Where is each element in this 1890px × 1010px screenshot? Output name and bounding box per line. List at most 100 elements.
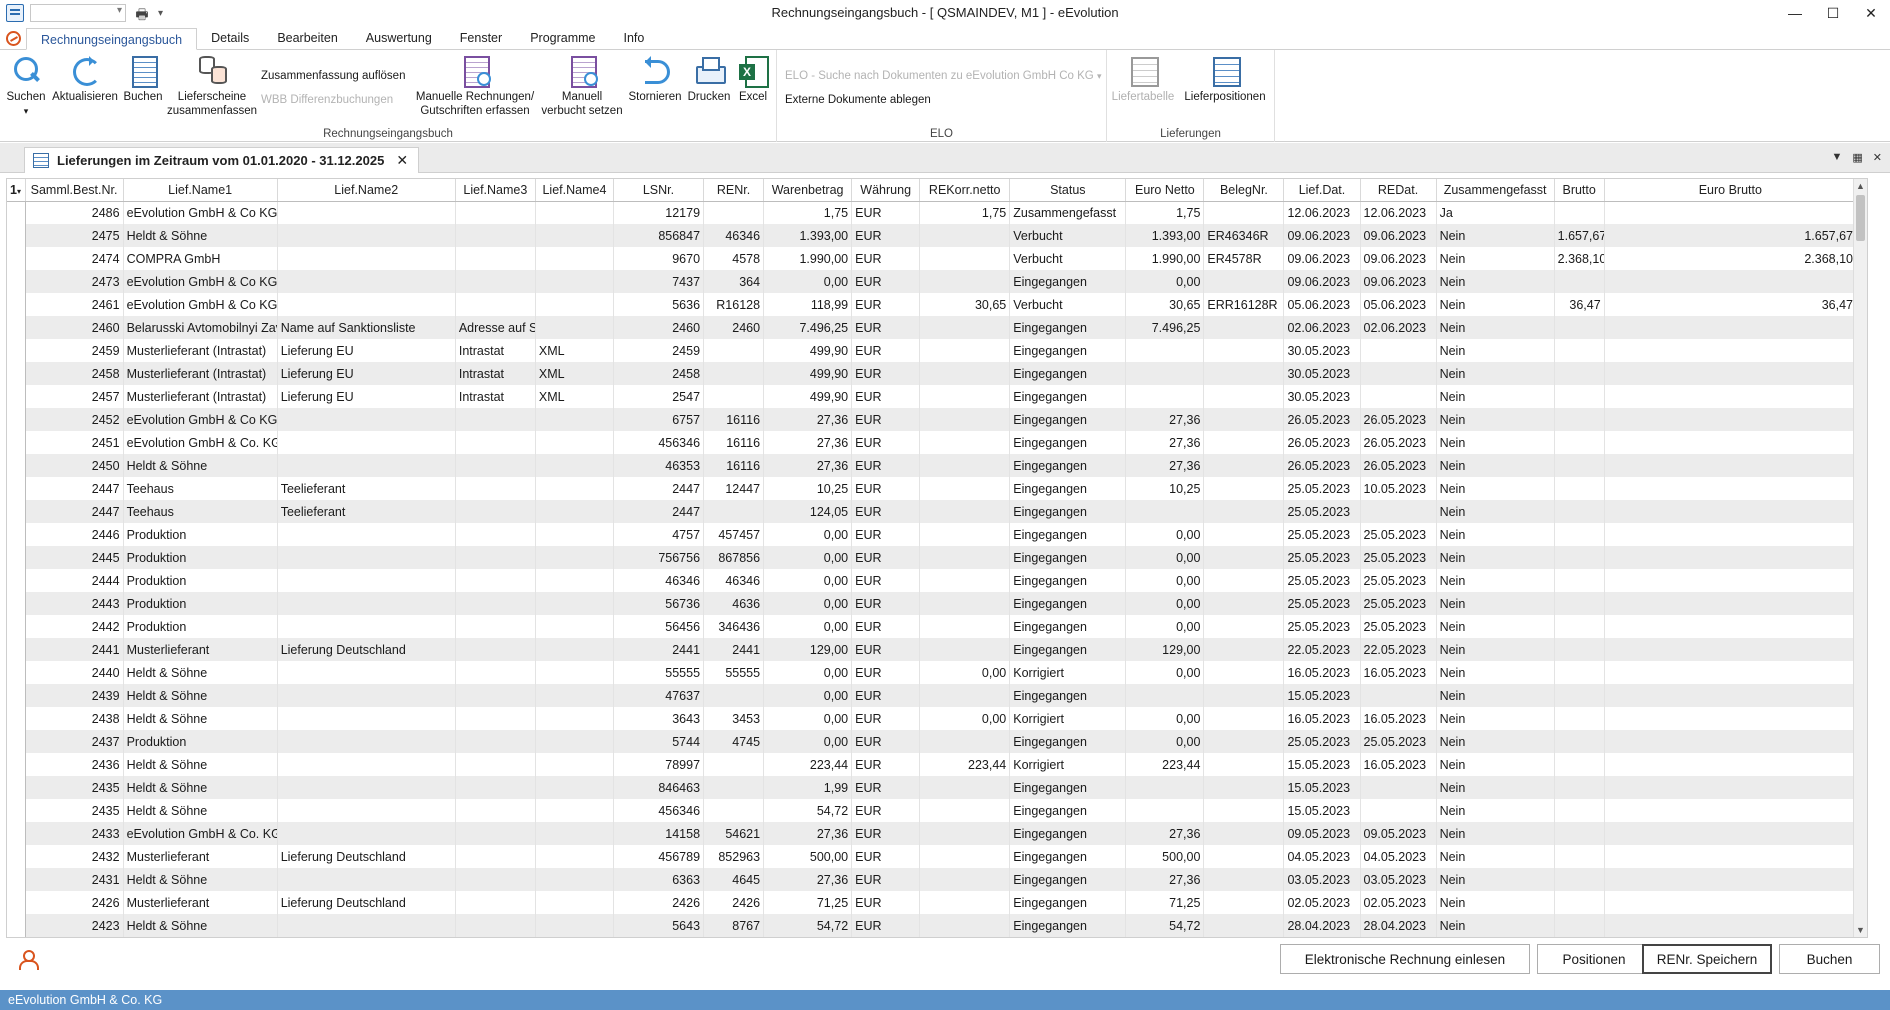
- table-cell[interactable]: 46346: [613, 569, 705, 592]
- table-cell[interactable]: [1203, 362, 1285, 385]
- table-cell[interactable]: [703, 500, 765, 523]
- table-cell[interactable]: [1554, 684, 1605, 707]
- row-selector-cell[interactable]: [7, 523, 26, 546]
- liefertabelle-button[interactable]: Liefertabelle: [1111, 54, 1175, 104]
- table-cell[interactable]: [1554, 546, 1605, 569]
- table-cell[interactable]: Verbucht: [1009, 224, 1127, 247]
- table-cell[interactable]: 1.657,67: [1604, 224, 1858, 247]
- table-cell[interactable]: [1360, 799, 1437, 822]
- table-cell[interactable]: [455, 523, 536, 546]
- table-cell[interactable]: [1203, 661, 1285, 684]
- table-cell[interactable]: 7.496,25: [763, 316, 853, 339]
- column-header[interactable]: Status: [1009, 179, 1127, 202]
- table-cell[interactable]: 10,25: [763, 477, 853, 500]
- table-cell[interactable]: 26.05.2023: [1360, 408, 1437, 431]
- table-cell[interactable]: Heldt & Söhne: [123, 868, 278, 891]
- table-cell[interactable]: 30.05.2023: [1283, 385, 1361, 408]
- table-cell[interactable]: [1203, 914, 1285, 937]
- table-cell[interactable]: [1203, 707, 1285, 730]
- table-cell[interactable]: Nein: [1436, 776, 1555, 799]
- table-cell[interactable]: XML: [535, 362, 614, 385]
- table-cell[interactable]: [1604, 408, 1858, 431]
- table-cell[interactable]: [455, 638, 536, 661]
- scroll-thumb[interactable]: [1856, 195, 1865, 241]
- table-cell[interactable]: [277, 776, 456, 799]
- table-cell[interactable]: [1203, 270, 1285, 293]
- table-cell[interactable]: Eingegangen: [1009, 385, 1127, 408]
- close-all-icon[interactable]: ✕: [1873, 151, 1882, 164]
- table-cell[interactable]: Eingegangen: [1009, 362, 1127, 385]
- table-cell[interactable]: [535, 569, 614, 592]
- table-cell[interactable]: 25.05.2023: [1360, 523, 1437, 546]
- tab-details[interactable]: Details: [197, 27, 263, 49]
- table-cell[interactable]: 1,75: [919, 201, 1011, 224]
- row-selector-cell[interactable]: [7, 201, 26, 224]
- table-cell[interactable]: [919, 638, 1011, 661]
- table-row[interactable]: 2444 Produktion 46346 46346 0,00 EUR Eingegang…: [7, 569, 1858, 592]
- table-cell[interactable]: [455, 201, 536, 224]
- table-cell[interactable]: Teelieferant: [277, 500, 456, 523]
- table-cell[interactable]: [1203, 753, 1285, 776]
- table-cell[interactable]: [1125, 385, 1205, 408]
- table-cell[interactable]: 09.06.2023: [1283, 247, 1361, 270]
- table-cell[interactable]: [455, 293, 536, 316]
- table-cell[interactable]: 5636: [613, 293, 705, 316]
- table-cell[interactable]: Verbucht: [1009, 293, 1127, 316]
- table-cell[interactable]: 25.05.2023: [1360, 615, 1437, 638]
- table-cell[interactable]: 2432: [25, 845, 124, 868]
- table-cell[interactable]: ERR16128R: [1203, 293, 1285, 316]
- row-selector-cell[interactable]: [7, 707, 26, 730]
- row-selector-cell[interactable]: [7, 615, 26, 638]
- table-row[interactable]: 2440 Heldt & Söhne 55555 55555 0,00 EUR 0,00 Ko…: [7, 661, 1858, 684]
- column-header[interactable]: REDat.: [1360, 179, 1437, 202]
- table-cell[interactable]: EUR: [851, 546, 921, 569]
- table-cell[interactable]: [1604, 523, 1858, 546]
- table-cell[interactable]: Heldt & Söhne: [123, 753, 278, 776]
- table-cell[interactable]: [455, 845, 536, 868]
- users-icon[interactable]: [18, 950, 39, 970]
- app-icon[interactable]: [6, 4, 24, 22]
- table-cell[interactable]: [919, 454, 1011, 477]
- column-header[interactable]: BelegNr.: [1203, 179, 1285, 202]
- table-cell[interactable]: 27,36: [763, 408, 853, 431]
- table-cell[interactable]: Eingegangen: [1009, 316, 1127, 339]
- table-cell[interactable]: [919, 247, 1011, 270]
- table-cell[interactable]: Produktion: [123, 615, 278, 638]
- excel-button[interactable]: Excel: [734, 54, 772, 104]
- table-cell[interactable]: Musterlieferant (Intrastat): [123, 339, 278, 362]
- table-cell[interactable]: [455, 247, 536, 270]
- row-selector-cell[interactable]: [7, 339, 26, 362]
- table-cell[interactable]: EUR: [851, 477, 921, 500]
- table-cell[interactable]: 55555: [703, 661, 765, 684]
- table-cell[interactable]: 2458: [613, 362, 705, 385]
- row-selector-cell[interactable]: [7, 247, 26, 270]
- table-cell[interactable]: 12.06.2023: [1360, 201, 1437, 224]
- table-cell[interactable]: EUR: [851, 316, 921, 339]
- table-cell[interactable]: eEvolution GmbH & Co. KG: [123, 431, 278, 454]
- table-cell[interactable]: 15.05.2023: [1283, 684, 1361, 707]
- table-cell[interactable]: 867856: [703, 546, 765, 569]
- table-cell[interactable]: [1203, 523, 1285, 546]
- table-cell[interactable]: EUR: [851, 868, 921, 891]
- row-selector-cell[interactable]: [7, 753, 26, 776]
- table-cell[interactable]: 118,99: [763, 293, 853, 316]
- table-cell[interactable]: [535, 316, 614, 339]
- table-cell[interactable]: [1554, 316, 1605, 339]
- table-cell[interactable]: Eingegangen: [1009, 500, 1127, 523]
- table-cell[interactable]: [277, 224, 456, 247]
- column-header[interactable]: Währung: [851, 179, 921, 202]
- table-cell[interactable]: 25.05.2023: [1283, 546, 1361, 569]
- table-cell[interactable]: 22.05.2023: [1283, 638, 1361, 661]
- table-cell[interactable]: [535, 431, 614, 454]
- table-cell[interactable]: 8767: [703, 914, 765, 937]
- table-cell[interactable]: 28.04.2023: [1283, 914, 1361, 937]
- table-cell[interactable]: Lieferung Deutschland: [277, 891, 456, 914]
- table-cell[interactable]: 25.05.2023: [1283, 615, 1361, 638]
- table-cell[interactable]: [455, 270, 536, 293]
- table-cell[interactable]: [919, 500, 1011, 523]
- table-cell[interactable]: [1604, 845, 1858, 868]
- table-cell[interactable]: Nein: [1436, 385, 1555, 408]
- table-cell[interactable]: EUR: [851, 431, 921, 454]
- table-cell[interactable]: Nein: [1436, 270, 1555, 293]
- table-cell[interactable]: [1203, 638, 1285, 661]
